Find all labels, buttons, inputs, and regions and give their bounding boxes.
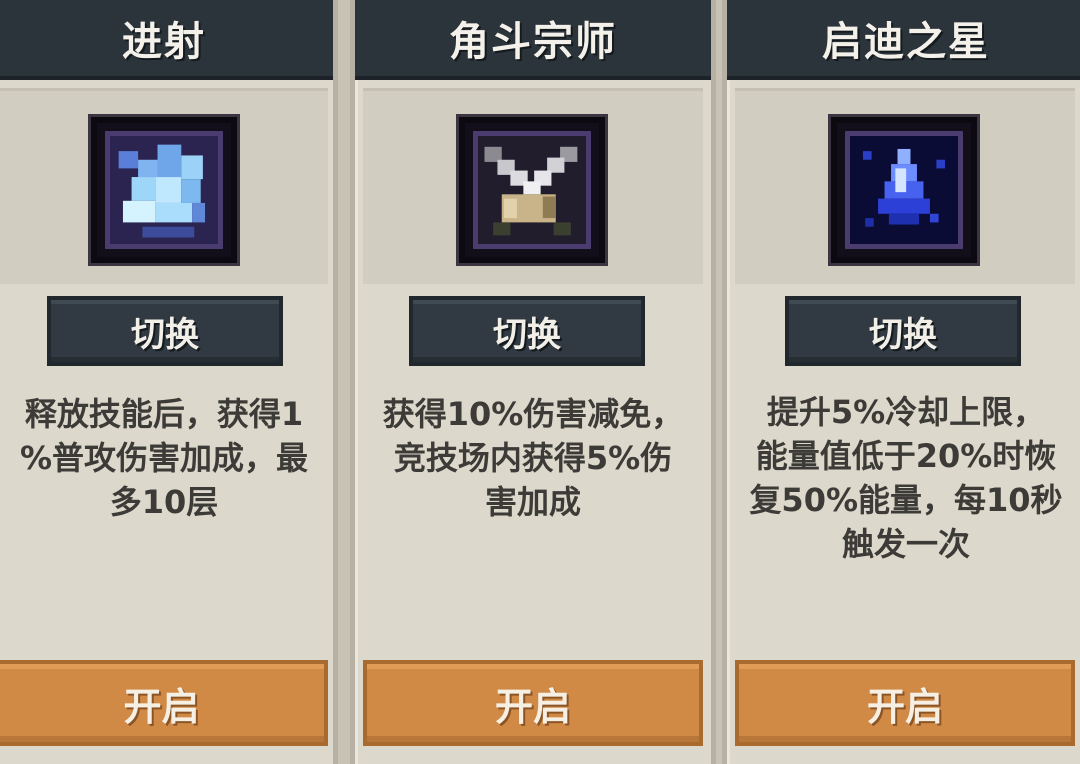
- talent-icon-panel: [735, 88, 1075, 284]
- description-line: 害加成: [484, 483, 581, 521]
- crossed-swords-icon: [459, 117, 605, 263]
- talent-icon-panel: [0, 88, 328, 284]
- description-line: 复50%能量，每10秒: [749, 481, 1063, 519]
- talent-card-header: 角斗宗师: [355, 0, 711, 80]
- talent-card-3: 启迪之星 切换 提升5%冷却上限， 能量值低于20%时恢 复50%能量，每10秒…: [722, 0, 1080, 764]
- ice-blade-icon: [91, 117, 237, 263]
- description-line: 竞技场内获得5%伤: [393, 439, 673, 477]
- switch-button[interactable]: 切换: [409, 296, 645, 366]
- description-line: 获得10%伤害减免，: [382, 395, 684, 433]
- switch-button-label: 切换: [869, 314, 937, 355]
- description-line: %普攻伤害加成，最: [19, 439, 309, 477]
- blue-star-crystal-icon: [831, 117, 977, 263]
- talent-icon-panel: [363, 88, 703, 284]
- open-button-label: 开启: [494, 684, 571, 729]
- description-line: 释放技能后，获得1: [24, 395, 304, 433]
- talent-card-2: 角斗宗师 切换 获得10%伤害减免， 竞技场内获得5%伤 害加成 开启: [350, 0, 716, 764]
- switch-button[interactable]: 切换: [47, 296, 283, 366]
- talent-card-header: 进射: [0, 0, 333, 80]
- talent-title: 角斗宗师: [449, 19, 617, 65]
- talent-title: 启迪之星: [822, 19, 990, 65]
- talent-description: 提升5%冷却上限， 能量值低于20%时恢 复50%能量，每10秒 触发一次: [727, 390, 1080, 566]
- talent-description: 释放技能后，获得1 %普攻伤害加成，最 多10层: [0, 392, 333, 524]
- open-button-label: 开启: [123, 684, 200, 729]
- description-line: 能量值低于20%时恢: [755, 437, 1057, 475]
- switch-button-label: 切换: [131, 314, 199, 355]
- talent-selection-panel: 进射 切换 释放技能后，获得1 %普攻伤害加成，最 多10层 开启 角斗宗师 切…: [0, 0, 1080, 764]
- open-button[interactable]: 开启: [735, 660, 1075, 746]
- open-button[interactable]: 开启: [363, 660, 703, 746]
- description-line: 触发一次: [841, 525, 970, 563]
- switch-button-label: 切换: [493, 314, 561, 355]
- talent-card-header: 启迪之星: [727, 0, 1080, 80]
- talent-card-1: 进射 切换 释放技能后，获得1 %普攻伤害加成，最 多10层 开启: [0, 0, 338, 764]
- open-button[interactable]: 开启: [0, 660, 328, 746]
- open-button-label: 开启: [866, 684, 943, 729]
- description-line: 多10层: [109, 483, 219, 521]
- description-line: 提升5%冷却上限，: [766, 393, 1046, 431]
- talent-title: 进射: [122, 19, 206, 65]
- switch-button[interactable]: 切换: [785, 296, 1021, 366]
- talent-description: 获得10%伤害减免， 竞技场内获得5%伤 害加成: [355, 392, 711, 524]
